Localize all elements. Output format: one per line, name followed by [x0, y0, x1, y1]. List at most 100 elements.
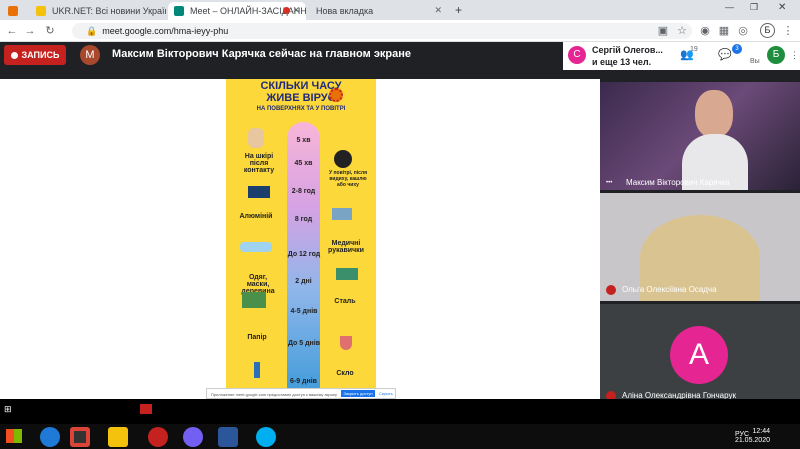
sneeze-icon: [334, 150, 352, 168]
aluminum-can-icon: [248, 186, 270, 198]
recording-dot-icon: [283, 7, 290, 14]
extension-icon[interactable]: ▦: [716, 23, 732, 39]
infographic-title-line2: ЖИВЕ ВІРУС: [266, 92, 336, 104]
chrome-icon[interactable]: [70, 427, 90, 447]
internet-explorer-icon[interactable]: [40, 427, 60, 447]
screen-share-text: Приложение meet.google.com предоставил д…: [211, 392, 337, 397]
screen-share-notification: Приложение meet.google.com предоставил д…: [206, 388, 396, 399]
lock-icon: 🔒: [86, 25, 98, 36]
participant-others: и еще 13 чел.: [592, 57, 652, 67]
virus-icon: [329, 88, 343, 102]
participant-name: Сергій Олегов...: [592, 45, 663, 55]
surface-label: Медичні рукавички: [328, 240, 364, 254]
people-count: 19: [690, 46, 698, 53]
infographic-subtitle: НА ПОВЕРХНЯХ ТА У ПОВІТРІ: [256, 106, 346, 112]
time-label: 8 год: [294, 216, 313, 223]
participant-avatar: А: [670, 326, 728, 384]
tab-meet[interactable]: Meet – ОНЛАЙН-ЗАСІДАНН ✕: [168, 2, 306, 20]
surface-label: Папір: [247, 334, 267, 341]
time-label: 6-9 днів: [290, 378, 317, 385]
time-label: До 12 год: [287, 251, 321, 258]
bottle-icon: [254, 362, 260, 378]
tab-new[interactable]: Нова вкладка ✕: [308, 2, 448, 20]
chat-icon[interactable]: 💬: [718, 48, 732, 61]
ukrnet-favicon-icon: [36, 6, 46, 16]
gloves-icon: [332, 208, 352, 220]
back-icon[interactable]: ←: [4, 23, 20, 39]
pinned-tab[interactable]: [2, 2, 28, 20]
more-icon[interactable]: •••: [606, 180, 612, 186]
file-explorer-icon[interactable]: [108, 427, 128, 447]
reload-icon[interactable]: ↻: [42, 23, 58, 39]
participant-tile[interactable]: А Аліна Олександрівна Гончарук: [600, 304, 800, 402]
participants-summary[interactable]: Сергій Олегов... и еще 13 чел.: [592, 44, 663, 68]
mic-off-icon: [606, 285, 616, 295]
time-label: 45 хв: [294, 160, 313, 167]
presenting-banner: Максим Вікторович Карячка сейчас на глав…: [112, 48, 412, 60]
stop-sharing-button[interactable]: Закрыть доступ: [341, 390, 375, 397]
word-icon[interactable]: [218, 427, 238, 447]
surface-label: Скло: [336, 370, 354, 377]
presenter-avatar: M: [80, 45, 100, 65]
profile-avatar[interactable]: Б: [760, 23, 775, 38]
participant-video: [695, 90, 733, 138]
windows-start-icon[interactable]: [6, 429, 22, 443]
tab-ukrnet[interactable]: UKR.NET: Всі новини України, о: [30, 2, 166, 20]
time-label: 2-8 год: [291, 188, 316, 195]
address-bar[interactable]: 🔒 meet.google.com/hma-ieyy-phu: [72, 23, 692, 39]
surface-label: Алюміній: [239, 213, 273, 220]
close-window-icon[interactable]: ✕: [778, 2, 786, 13]
mask-icon: [240, 242, 272, 252]
record-icon: [10, 51, 18, 59]
menu-kebab-icon[interactable]: ⋮: [780, 23, 796, 39]
recording-button[interactable]: ЗАПИСЬ: [4, 45, 66, 65]
participant-name: Максим Вікторович Карячка: [626, 178, 730, 187]
infographic-title-line1: СКІЛЬКИ ЧАСУ: [260, 80, 342, 92]
skype-icon[interactable]: [256, 427, 276, 447]
self-label: Вы: [750, 58, 760, 65]
surface-label: На шкірі після контакту: [243, 153, 275, 174]
chat-badge: 3: [732, 44, 742, 54]
tab-new-label: Нова вкладка: [316, 6, 374, 16]
close-tab-icon[interactable]: ✕: [434, 5, 442, 16]
surface-label: Сталь: [334, 298, 356, 305]
bookmark-star-icon[interactable]: ☆: [674, 23, 690, 39]
more-options-icon[interactable]: ⋮: [790, 50, 799, 61]
time-label: 5 хв: [296, 137, 311, 144]
time-label: До 5 днів: [287, 340, 321, 347]
opera-icon[interactable]: [148, 427, 168, 447]
infographic-title: СКІЛЬКИ ЧАСУ ЖИВЕ ВІРУС: [226, 80, 376, 104]
time-label: 2 дні: [295, 278, 312, 285]
steel-pot-icon: [336, 268, 358, 280]
recording-label: ЗАПИСЬ: [21, 50, 60, 60]
camera-indicator-icon[interactable]: ▣: [655, 23, 671, 39]
clock[interactable]: 12:44 21.05.2020: [735, 427, 770, 445]
maximize-window-icon[interactable]: ❐: [750, 2, 758, 13]
clock-time: 12:44: [752, 428, 770, 435]
meet-favicon-icon: [174, 6, 184, 16]
participant-name: Ольга Олексіївна Осадча: [622, 285, 717, 294]
minimize-window-icon[interactable]: —: [725, 2, 734, 12]
remote-app-icon: [140, 404, 152, 414]
remote-start-icon: ⊞: [4, 404, 12, 414]
shared-screen-taskbar: [0, 399, 800, 424]
pinned-tab-favicon-icon: [8, 6, 18, 16]
viber-icon[interactable]: [183, 427, 203, 447]
tab-ukrnet-label: UKR.NET: Всі новини України, о: [52, 6, 166, 16]
hide-notification-button[interactable]: Скрыть: [379, 391, 393, 396]
time-label: 4-5 днів: [290, 308, 318, 315]
self-avatar[interactable]: Б: [767, 46, 785, 64]
paper-stack-icon: [242, 292, 266, 308]
participant-tile[interactable]: ••• Максим Вікторович Карячка: [600, 82, 800, 190]
surface-label: У повітрі, після видиху, кашлю або чиху: [329, 170, 367, 188]
new-tab-button[interactable]: +: [455, 3, 462, 17]
participant-tile[interactable]: Ольга Олексіївна Осадча: [600, 193, 800, 301]
hand-icon: [248, 128, 264, 148]
clock-date: 21.05.2020: [734, 437, 770, 444]
extension-icon[interactable]: ◎: [735, 23, 751, 39]
forward-icon[interactable]: →: [22, 23, 38, 39]
glass-icon: [340, 336, 352, 350]
url-text: meet.google.com/hma-ieyy-phu: [102, 26, 229, 36]
close-tab-icon[interactable]: ✕: [292, 5, 300, 16]
extension-icon[interactable]: ◉: [697, 23, 713, 39]
